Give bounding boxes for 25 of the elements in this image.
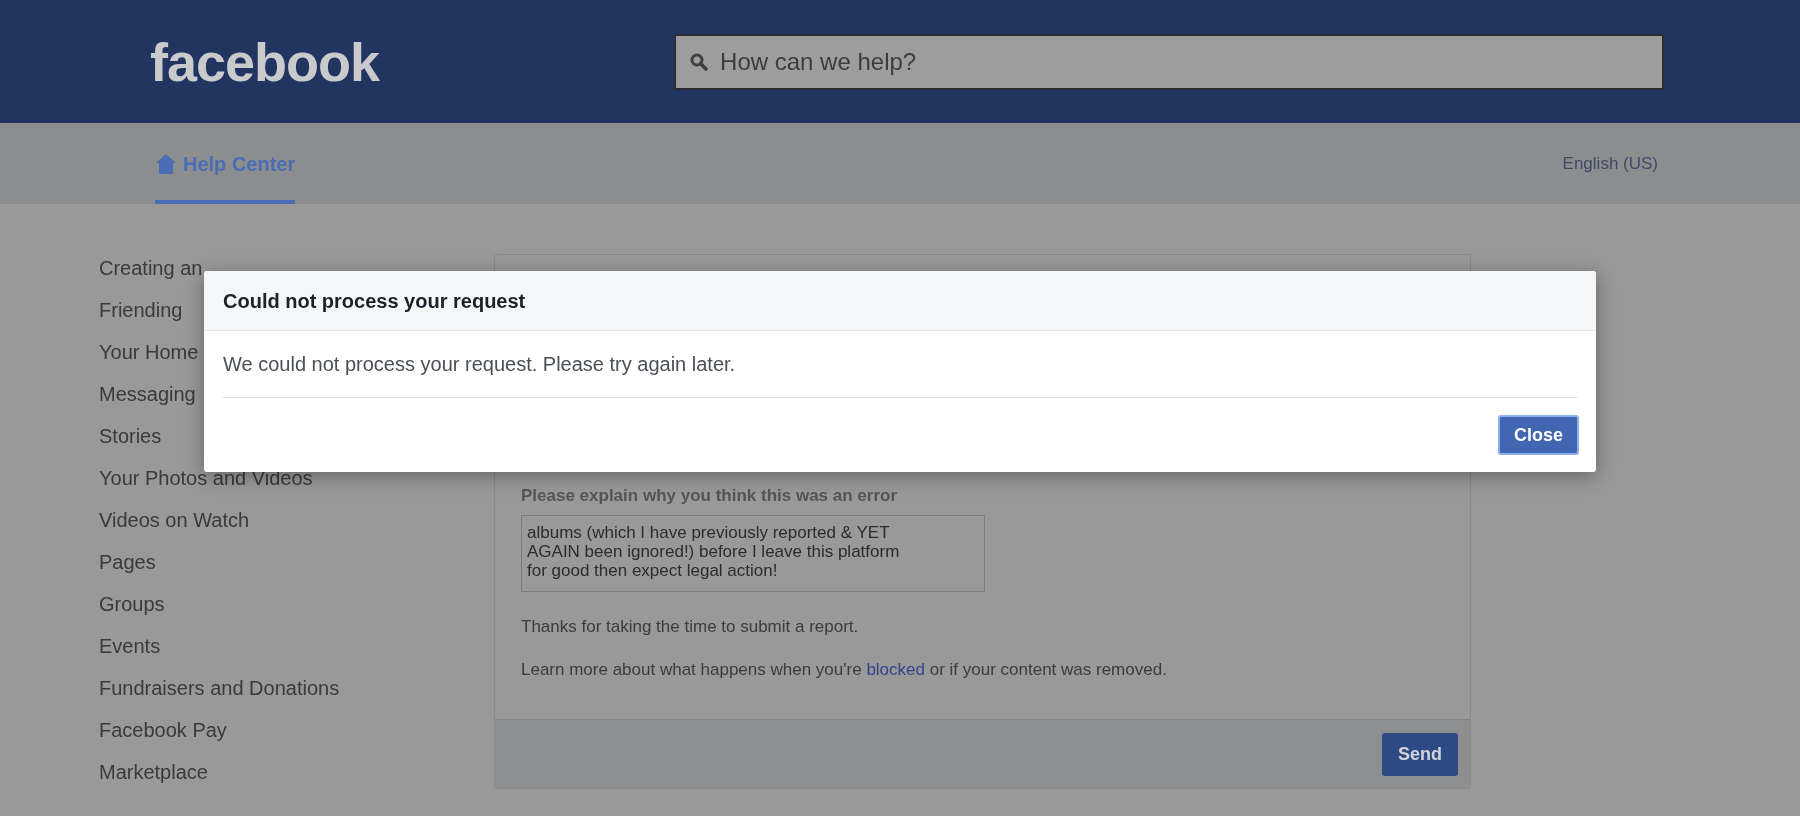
sidebar-item[interactable]: Your Home xyxy=(99,338,199,367)
explanation-field[interactable]: albums (which I have previously reported & YET AGAIN been ignored!) before I leave this platform for good then expect legal action! xyxy=(521,514,985,592)
sidebar-item[interactable]: Groups xyxy=(99,590,165,619)
search-field[interactable]: How can we help? xyxy=(674,33,1665,90)
facebook-logo[interactable]: facebook xyxy=(150,34,380,89)
learn-more-text: Learn more about what happens when you're blocked or if your content was removed. xyxy=(521,659,1168,681)
sidebar-item[interactable]: Friending xyxy=(99,296,183,325)
close-button[interactable]: Close xyxy=(1497,415,1579,455)
sidebar-item[interactable]: Fundraisers and Donations xyxy=(99,674,340,703)
blocked-link[interactable]: blocked xyxy=(866,660,925,679)
sidebar-item[interactable]: Messaging xyxy=(99,380,196,409)
sidebar-item[interactable]: Videos on Watch xyxy=(99,506,250,535)
sidebar-item[interactable]: Events xyxy=(99,632,161,661)
sidebar-item[interactable]: Marketplace xyxy=(99,758,208,787)
sidebar-item[interactable]: Stories xyxy=(99,422,162,451)
language-link[interactable]: English (US) xyxy=(1562,150,1658,177)
sidebar-item[interactable]: Pages xyxy=(99,548,156,577)
send-button[interactable]: Send xyxy=(1382,732,1458,776)
sidebar-item[interactable]: Facebook Pay xyxy=(99,716,227,745)
dialog-title: Could not process your request xyxy=(223,288,526,314)
sidebar-item[interactable]: Creating an xyxy=(99,254,203,283)
dialog-message: We could not process your request. Please try again later. xyxy=(223,352,736,377)
thanks-text: Thanks for taking the time to submit a report. xyxy=(521,615,860,638)
field-label: Please explain why you think this was an error xyxy=(521,485,899,507)
home-icon xyxy=(155,152,177,175)
